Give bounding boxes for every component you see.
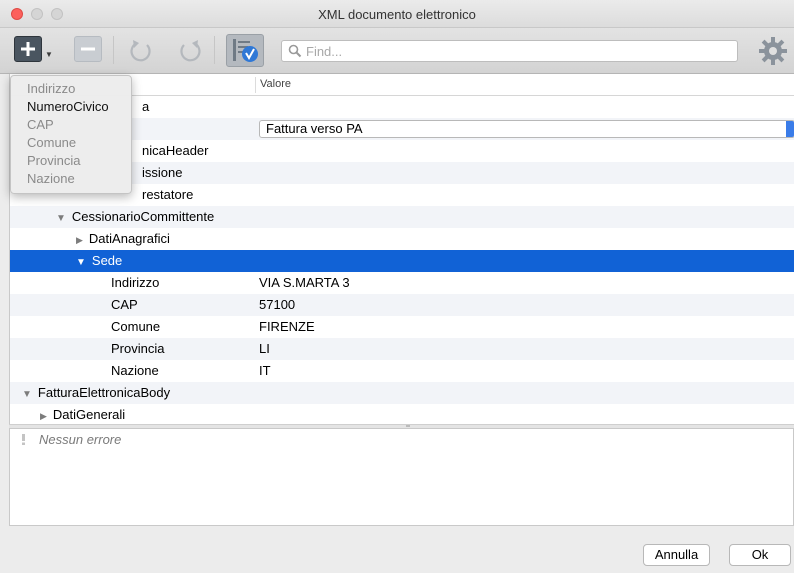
- plus-icon: [21, 42, 35, 56]
- redo-button[interactable]: [175, 35, 205, 65]
- cancel-button[interactable]: Annulla: [643, 544, 710, 566]
- errors-panel: Nessun errore: [9, 428, 794, 526]
- settings-button[interactable]: [758, 36, 788, 66]
- tree-row[interactable]: ▶ DatiGenerali: [10, 404, 794, 424]
- value-popup-button[interactable]: Fattura verso PA: [259, 120, 794, 138]
- row-label: DatiGenerali: [52, 407, 126, 422]
- row-label: issione: [142, 165, 183, 180]
- row-value[interactable]: FIRENZE: [259, 316, 315, 338]
- row-value[interactable]: 57100: [259, 294, 295, 316]
- tree-row[interactable]: Nazione IT: [10, 360, 794, 382]
- row-label: restatore: [142, 187, 194, 202]
- row-label: Indirizzo: [111, 275, 160, 290]
- tree-row[interactable]: ▶ DatiAnagrafici: [10, 228, 794, 250]
- row-label: Sede: [91, 253, 123, 268]
- menu-item-indirizzo[interactable]: Indirizzo: [11, 80, 131, 98]
- row-label: CessionarioCommittente: [71, 209, 215, 224]
- undo-icon: [130, 40, 151, 62]
- row-label: a: [142, 99, 150, 114]
- tree-row[interactable]: Comune FIRENZE: [10, 316, 794, 338]
- toolbar: ▼: [0, 28, 794, 74]
- window-title: XML documento elettronico: [318, 7, 476, 22]
- chevron-down-icon[interactable]: ▼: [45, 50, 53, 59]
- search-input[interactable]: [306, 43, 726, 59]
- column-divider[interactable]: [255, 77, 256, 93]
- column-header-valore[interactable]: Valore: [260, 78, 291, 90]
- validate-button[interactable]: [226, 34, 264, 67]
- menu-item-cap[interactable]: CAP: [11, 116, 131, 134]
- popup-selected-value: Fattura verso PA: [266, 121, 363, 136]
- disclosure-expanded-icon[interactable]: ▼: [22, 384, 32, 406]
- tree-row[interactable]: Provincia LI: [10, 338, 794, 360]
- disclosure-collapsed-icon[interactable]: ▶: [76, 229, 83, 251]
- row-label: FatturaElettronicaBody: [37, 385, 171, 400]
- row-label: DatiAnagrafici: [88, 231, 170, 246]
- disclosure-expanded-icon[interactable]: ▼: [56, 208, 66, 230]
- remove-element-button[interactable]: [74, 36, 102, 62]
- tree-row[interactable]: CAP 57100: [10, 294, 794, 316]
- menu-item-provincia[interactable]: Provincia: [11, 152, 131, 170]
- splitter-handle[interactable]: [406, 425, 410, 427]
- tree-row-selected[interactable]: ▼ Sede: [10, 250, 794, 272]
- add-element-menu: Indirizzo NumeroCivico CAP Comune Provin…: [10, 75, 132, 194]
- row-value[interactable]: LI: [259, 338, 270, 360]
- add-element-button[interactable]: [14, 36, 42, 62]
- warning-icon: [22, 434, 25, 445]
- row-label: Provincia: [111, 341, 165, 356]
- gear-icon: [759, 37, 787, 65]
- tree-row[interactable]: ▼ CessionarioCommittente: [10, 206, 794, 228]
- title-bar: XML documento elettronico: [0, 0, 794, 28]
- row-value[interactable]: VIA S.MARTA 3: [259, 272, 350, 294]
- menu-item-numerocivico[interactable]: NumeroCivico: [11, 98, 131, 116]
- row-value[interactable]: IT: [259, 360, 271, 382]
- search-icon: [288, 44, 302, 58]
- disclosure-expanded-icon[interactable]: ▼: [76, 252, 86, 274]
- toolbar-separator: [214, 36, 215, 64]
- minus-icon: [81, 47, 95, 51]
- row-label: Nazione: [111, 363, 159, 378]
- row-label: nicaHeader: [142, 143, 209, 158]
- tree-row[interactable]: ▼ FatturaElettronicaBody: [10, 382, 794, 404]
- toolbar-separator: [113, 36, 114, 64]
- row-label: CAP: [111, 297, 138, 312]
- redo-icon: [180, 40, 201, 62]
- menu-item-nazione[interactable]: Nazione: [11, 170, 131, 188]
- search-field[interactable]: [281, 40, 738, 62]
- validate-icon: [233, 38, 258, 62]
- ok-button[interactable]: Ok: [729, 544, 791, 566]
- disclosure-collapsed-icon[interactable]: ▶: [40, 405, 47, 424]
- app-window: XML documento elettronico ▼ Find... Valo…: [0, 0, 794, 573]
- menu-item-comune[interactable]: Comune: [11, 134, 131, 152]
- row-label: Comune: [111, 319, 161, 334]
- chevron-updown-icon: [786, 121, 794, 137]
- error-message: Nessun errore: [39, 432, 122, 447]
- tree-row[interactable]: Indirizzo VIA S.MARTA 3: [10, 272, 794, 294]
- undo-button[interactable]: [126, 35, 156, 65]
